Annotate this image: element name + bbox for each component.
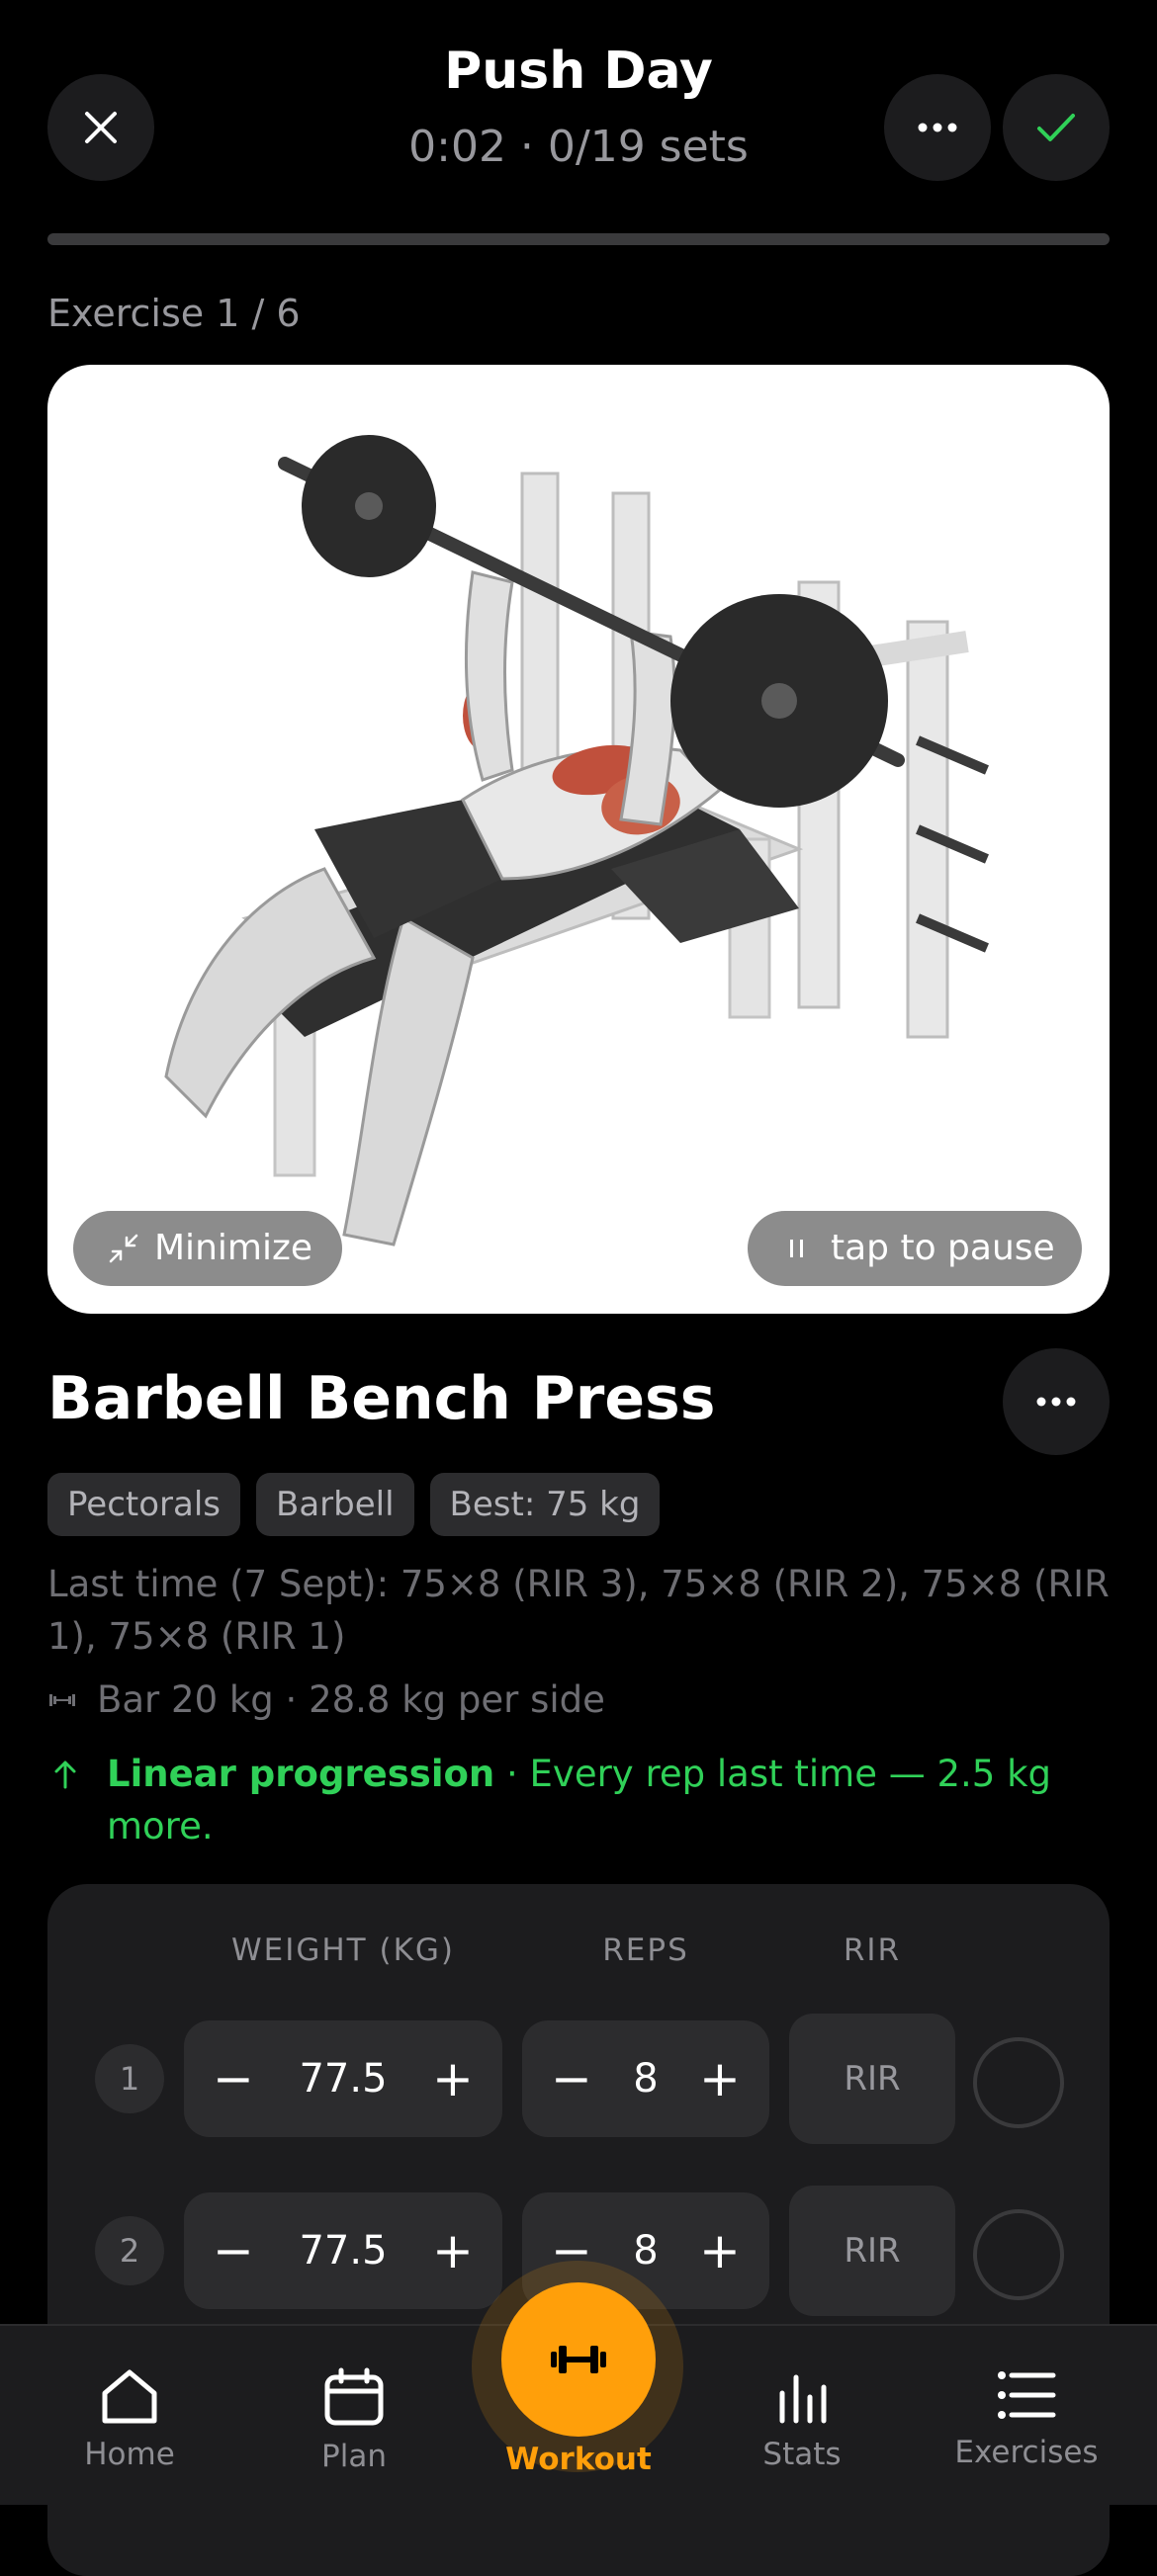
home-icon (102, 2369, 157, 2424)
tab-home-label: Home (84, 2437, 175, 2472)
reps-stepper: − 8 + (522, 2020, 769, 2137)
barbell-icon (49, 1693, 75, 1706)
list-icon (998, 2371, 1056, 2419)
complete-set-checkbox[interactable] (973, 2037, 1064, 2128)
tab-workout-label[interactable]: Workout (480, 2442, 677, 2477)
tab-stats[interactable]: Stats (718, 2367, 886, 2472)
bar-info-text: Bar 20 kg · 28.8 kg per side (97, 1678, 605, 1721)
pause-icon (790, 1240, 803, 1257)
tab-plan-label: Plan (321, 2439, 387, 2474)
tab-exercises-label: Exercises (954, 2435, 1099, 2470)
complete-set-checkbox[interactable] (973, 2209, 1064, 2300)
exercise-counter: Exercise 1 / 6 (47, 292, 301, 335)
weight-column-header: WEIGHT (KG) (230, 1932, 456, 1968)
minimize-button[interactable]: Minimize (73, 1211, 342, 1286)
increase-weight-button[interactable]: + (423, 2226, 483, 2275)
workout-fab[interactable] (501, 2282, 656, 2437)
weight-value[interactable]: 77.5 (263, 2056, 423, 2102)
workout-progress-bar (47, 233, 1110, 245)
reps-value[interactable]: 8 (601, 2056, 690, 2102)
weight-stepper: − 77.5 + (184, 2020, 502, 2137)
rir-input[interactable]: RIR (789, 2186, 955, 2316)
set-number: 1 (95, 2044, 164, 2113)
exercise-tags: Pectorals Barbell Best: 75 kg (47, 1473, 675, 1536)
dumbbell-icon (551, 2346, 606, 2373)
progression-title: Linear progression (107, 1753, 495, 1795)
exercise-name: Barbell Bench Press (47, 1364, 716, 1433)
set-number: 2 (95, 2216, 164, 2285)
pause-label: tap to pause (831, 1228, 1055, 1268)
rir-column-header: RIR (843, 1932, 902, 1968)
increase-reps-button[interactable]: + (690, 2226, 750, 2275)
rir-input[interactable]: RIR (789, 2014, 955, 2144)
decrease-weight-button[interactable]: − (204, 2054, 263, 2104)
bench-press-illustration (164, 435, 989, 1246)
calendar-icon (324, 2367, 384, 2426)
more-icon (918, 123, 957, 132)
weight-value[interactable]: 77.5 (263, 2228, 423, 2274)
increase-weight-button[interactable]: + (423, 2054, 483, 2104)
progression-hint: Linear progression · Every rep last time… (47, 1748, 1110, 1852)
checkmark-icon (1037, 114, 1075, 141)
pause-animation-button[interactable]: tap to pause (748, 1211, 1082, 1286)
tab-plan[interactable]: Plan (270, 2367, 438, 2474)
bar-chart-icon (779, 2374, 827, 2424)
tab-home[interactable]: Home (45, 2367, 214, 2472)
tab-exercises[interactable]: Exercises (942, 2367, 1111, 2470)
last-time-summary: Last time (7 Sept): 75×8 (RIR 3), 75×8 (… (47, 1563, 1110, 1658)
increase-reps-button[interactable]: + (690, 2054, 750, 2104)
workout-title: Push Day (444, 42, 713, 101)
tag-muscle: Pectorals (47, 1473, 241, 1536)
weight-stepper: − 77.5 + (184, 2192, 502, 2309)
decrease-weight-button[interactable]: − (204, 2226, 263, 2275)
finish-workout-button[interactable] (1003, 74, 1110, 181)
tag-equipment: Barbell (256, 1473, 414, 1536)
minimize-label: Minimize (154, 1228, 312, 1268)
tag-best: Best: 75 kg (429, 1473, 661, 1536)
exercise-more-button[interactable] (1003, 1348, 1110, 1455)
workout-more-button[interactable] (884, 74, 991, 181)
plate-calculator-info: Bar 20 kg · 28.8 kg per side (47, 1678, 605, 1721)
exercise-media[interactable]: Minimize tap to pause (47, 365, 1110, 1314)
minimize-icon (109, 1234, 138, 1263)
arrow-up-icon (54, 1760, 76, 1789)
decrease-reps-button[interactable]: − (542, 2054, 601, 2104)
reps-column-header: REPS (602, 1932, 689, 1968)
tab-stats-label: Stats (762, 2437, 842, 2472)
more-icon (1036, 1397, 1076, 1407)
